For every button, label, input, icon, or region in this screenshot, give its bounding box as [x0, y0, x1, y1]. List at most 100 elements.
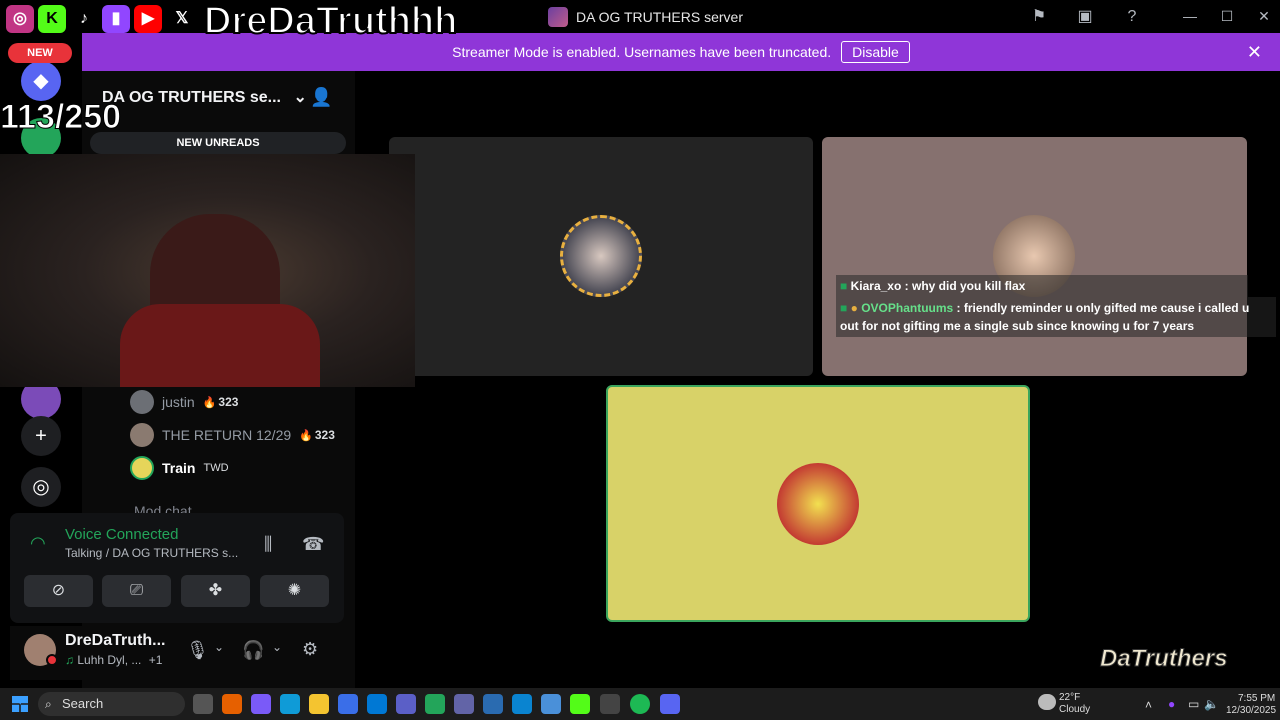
- search-icon: ⌕: [45, 697, 52, 711]
- disable-streamer-mode-button[interactable]: Disable: [841, 41, 910, 63]
- weather-desc[interactable]: Cloudy: [1059, 704, 1090, 715]
- platform-icon: ■: [840, 279, 848, 293]
- share-screen-button[interactable]: ⎚: [102, 575, 171, 607]
- clock-time[interactable]: 7:55 PM: [1238, 693, 1275, 704]
- tray-app-icon[interactable]: ●: [1168, 697, 1175, 711]
- video-tile[interactable]: [389, 137, 813, 376]
- voice-connected-status[interactable]: Voice Connected: [65, 526, 178, 543]
- close-icon[interactable]: ✕: [1247, 42, 1262, 63]
- search-label: Search: [62, 696, 104, 711]
- watermark-logo: DaTruthers: [1100, 645, 1229, 673]
- store-icon[interactable]: [338, 694, 358, 714]
- network-icon[interactable]: ▭: [1188, 697, 1199, 711]
- banner-message: Streamer Mode is enabled. Usernames have…: [452, 44, 832, 60]
- taskbar-search[interactable]: ⌕ Search: [38, 692, 185, 716]
- chat-username: OVOPhantuums: [861, 301, 954, 315]
- invite-user-icon[interactable]: 👤: [310, 87, 332, 108]
- direct-messages-icon[interactable]: ◆: [21, 61, 61, 101]
- maximize-button[interactable]: ☐: [1212, 4, 1242, 28]
- avatar: [130, 390, 154, 414]
- server-name-header[interactable]: DA OG TRUTHERS se... ⌄: [102, 87, 307, 107]
- inbox-icon[interactable]: ▣: [1074, 6, 1096, 28]
- chevron-down-icon[interactable]: ⌄: [214, 640, 224, 654]
- voice-member[interactable]: THE RETURN 12/29 323: [130, 422, 335, 448]
- chevron-down-icon[interactable]: ⌄: [272, 640, 282, 654]
- member-badge: 323: [299, 428, 335, 442]
- minimize-button[interactable]: —: [1175, 4, 1205, 28]
- chevron-down-icon: ⌄: [293, 89, 307, 106]
- xbox-icon[interactable]: [425, 694, 445, 714]
- spotify-icon[interactable]: [630, 694, 650, 714]
- file-explorer-icon[interactable]: [309, 694, 329, 714]
- task-view-icon[interactable]: [193, 694, 213, 714]
- close-button[interactable]: ✕: [1249, 4, 1279, 28]
- new-badge: NEW: [8, 43, 72, 63]
- streamer-name: DreDaTruthhh: [203, 0, 458, 43]
- member-name: Train: [162, 460, 196, 476]
- add-server-icon[interactable]: +: [21, 416, 61, 456]
- kick-icon: K: [38, 5, 66, 33]
- badge-icon: ●: [850, 301, 858, 315]
- flag-icon[interactable]: ⚑: [1028, 6, 1050, 28]
- platform-icon: ■: [840, 301, 848, 315]
- app-icon[interactable]: [483, 694, 503, 714]
- disconnect-icon[interactable]: ☎: [302, 534, 324, 555]
- teams-icon[interactable]: [396, 694, 416, 714]
- chat-username: Kiara_xo: [850, 279, 902, 293]
- weather-cloud-icon[interactable]: [1038, 694, 1056, 710]
- photos-icon[interactable]: [541, 694, 561, 714]
- chat-text: friendly reminder u only gifted me cause…: [963, 301, 1250, 315]
- noise-suppression-icon[interactable]: ⫼: [264, 534, 272, 555]
- member-name: THE RETURN 12/29: [162, 427, 292, 443]
- voice-channel[interactable]: Talking / DA OG TRUTHERS s...: [65, 546, 238, 560]
- music-icon: ♫: [65, 653, 74, 667]
- discover-icon[interactable]: ◎: [21, 467, 61, 507]
- user-panel: DreDaTruth... ♫ Luhh Dyl, ... +1 🎙 ⌄ 🎧 ⌄…: [10, 626, 344, 680]
- weather-temp[interactable]: 22°F: [1059, 692, 1080, 703]
- member-name: justin: [162, 394, 195, 410]
- obs-icon[interactable]: [600, 694, 620, 714]
- twitch-icon: ▮: [102, 5, 130, 33]
- avatar: [130, 423, 154, 447]
- dnd-status-icon: [46, 654, 58, 666]
- chevron-up-icon[interactable]: ˄: [1145, 698, 1152, 712]
- chat-text: why did you kill flax: [911, 279, 1026, 293]
- settings-gear-icon[interactable]: ⚙: [302, 639, 318, 660]
- outlook-icon[interactable]: [367, 694, 387, 714]
- camera-off-button[interactable]: ⊘: [24, 575, 93, 607]
- soundboard-button[interactable]: ✺: [260, 575, 329, 607]
- avatar: [777, 463, 859, 545]
- voice-member[interactable]: justin 323: [130, 389, 238, 415]
- activities-button[interactable]: ✤: [181, 575, 250, 607]
- clock-date[interactable]: 12/30/2025: [1226, 705, 1276, 716]
- tiktok-icon: ♪: [70, 5, 98, 33]
- edge-icon[interactable]: [280, 694, 300, 714]
- firefox-icon[interactable]: [222, 694, 242, 714]
- windows-start-icon[interactable]: [12, 696, 28, 712]
- avatar: [130, 456, 154, 480]
- chat-message: ■ Kiara_xo : why did you kill flax: [836, 275, 1248, 297]
- server-icon: [548, 7, 568, 27]
- headphones-icon[interactable]: 🎧: [242, 640, 264, 661]
- signal-icon[interactable]: ◠: [30, 533, 46, 554]
- sub-goal-counter: 113/250: [0, 98, 122, 137]
- discord-icon[interactable]: [660, 694, 680, 714]
- video-tile-speaking[interactable]: [606, 385, 1030, 622]
- video-tile[interactable]: [822, 137, 1247, 376]
- app-icon[interactable]: [512, 694, 532, 714]
- new-unreads-pill[interactable]: NEW UNREADS: [90, 132, 346, 154]
- user-name[interactable]: DreDaTruth...: [65, 632, 165, 650]
- window-title-text: DA OG TRUTHERS server: [576, 9, 743, 25]
- kick-icon[interactable]: [570, 694, 590, 714]
- help-icon[interactable]: ?: [1121, 6, 1143, 28]
- member-tag: TWD: [203, 462, 229, 474]
- voice-member[interactable]: Train TWD: [130, 455, 229, 481]
- volume-icon[interactable]: 🔈: [1204, 697, 1219, 711]
- copilot-icon[interactable]: [251, 694, 271, 714]
- window-title: DA OG TRUTHERS server: [548, 6, 743, 28]
- activity-extra: +1: [148, 653, 163, 667]
- app-icon[interactable]: [454, 694, 474, 714]
- streamer-shirt: [120, 304, 320, 387]
- microphone-icon[interactable]: 🎙: [186, 640, 209, 661]
- voice-panel: ◠ Voice Connected Talking / DA OG TRUTHE…: [10, 513, 344, 623]
